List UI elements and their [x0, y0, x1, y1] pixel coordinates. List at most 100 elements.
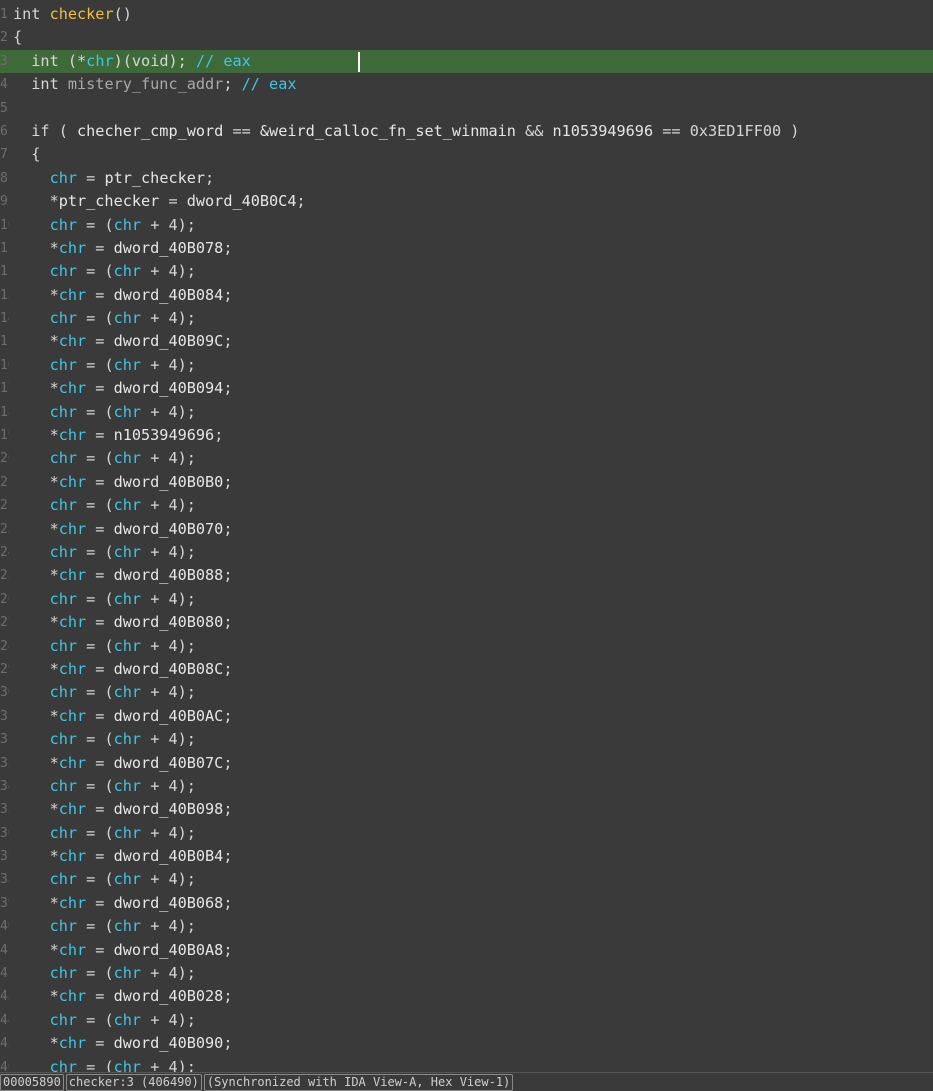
code-line[interactable]: 17 *chr = dword_40B094; [0, 377, 933, 400]
code-token: * [13, 847, 59, 866]
code-line[interactable]: 15 *chr = dword_40B09C; [0, 330, 933, 353]
code-token: ; [205, 168, 215, 187]
line-number: 18 [0, 404, 9, 420]
code-text: chr = (chr + 4); [13, 494, 196, 517]
code-line[interactable]: 44 chr = (chr + 4); [0, 1009, 933, 1032]
code-token: = [77, 449, 105, 468]
code-line[interactable]: 43 *chr = dword_40B028; [0, 985, 933, 1008]
code-line[interactable]: 1 int checker() [0, 3, 933, 26]
line-number: 11 [0, 240, 9, 256]
code-line[interactable]: 25 *chr = dword_40B088; [0, 564, 933, 587]
code-line[interactable]: 39 *chr = dword_40B068; [0, 892, 933, 915]
code-line[interactable]: 28 chr = (chr + 4); [0, 635, 933, 658]
code-line[interactable]: 20 chr = (chr + 4); [0, 447, 933, 470]
code-token: ); [177, 730, 196, 749]
code-line[interactable]: 24 chr = (chr + 4); [0, 541, 933, 564]
code-line[interactable]: 38 chr = (chr + 4); [0, 868, 933, 891]
code-line[interactable]: 21 *chr = dword_40B0B0; [0, 471, 933, 494]
line-number: 7 [0, 147, 8, 163]
code-token: chr [13, 355, 78, 374]
code-token: = [77, 168, 105, 187]
code-token: chr [58, 893, 87, 912]
code-token: )( [113, 51, 132, 70]
code-token: = [77, 730, 105, 749]
code-token: ); [177, 262, 196, 281]
code-line[interactable]: 42 chr = (chr + 4); [0, 962, 933, 985]
code-line[interactable]: 4 int mistery_func_addr; // eax [0, 73, 933, 96]
code-token: chr [13, 262, 78, 281]
line-number: 40 [0, 919, 9, 935]
code-token: 4 [168, 1010, 178, 1029]
code-line[interactable]: 12 chr = (chr + 4); [0, 260, 933, 283]
code-line[interactable]: 11 *chr = dword_40B078; [0, 237, 933, 260]
code-token: 4 [168, 542, 178, 561]
code-line[interactable]: 33 *chr = dword_40B07C; [0, 752, 933, 775]
code-token: = [86, 426, 114, 445]
line-number: 5 [0, 100, 8, 116]
code-token: dword_40B088 [113, 566, 224, 585]
code-line[interactable]: 2{ [0, 26, 933, 49]
code-line[interactable]: 45 *chr = dword_40B090; [0, 1032, 933, 1055]
code-token: chr [113, 776, 142, 795]
code-line[interactable]: 29 *chr = dword_40B08C; [0, 658, 933, 681]
code-token: chr [58, 566, 87, 585]
code-line[interactable]: 32 chr = (chr + 4); [0, 728, 933, 751]
code-token: ( [104, 402, 114, 421]
code-token: chr [58, 379, 87, 398]
code-line[interactable]: 31 *chr = dword_40B0AC; [0, 705, 933, 728]
code-token: 4 [168, 870, 178, 889]
code-line[interactable]: 14 chr = (chr + 4); [0, 307, 933, 330]
code-line[interactable]: 13 *chr = dword_40B084; [0, 284, 933, 307]
code-text: { [13, 26, 22, 49]
code-token: int [13, 75, 68, 94]
code-line[interactable]: 9 *ptr_checker = dword_40B0C4; [0, 190, 933, 213]
code-token: ( [104, 870, 114, 889]
code-token: = [86, 285, 114, 304]
code-line[interactable]: 8 chr = ptr_checker; [0, 167, 933, 190]
code-token: ; [223, 472, 233, 491]
code-line[interactable]: 16 chr = (chr + 4); [0, 354, 933, 377]
code-line[interactable]: 26 chr = (chr + 4); [0, 588, 933, 611]
code-line[interactable]: 7 { [0, 143, 933, 166]
code-line[interactable]: 27 *chr = dword_40B080; [0, 611, 933, 634]
code-line[interactable]: 35 *chr = dword_40B098; [0, 798, 933, 821]
line-number: 22 [0, 498, 9, 514]
code-text: { [13, 143, 40, 166]
code-text: chr = (chr + 4); [13, 260, 196, 283]
code-line[interactable]: 6 if ( checher_cmp_word == &weird_calloc… [0, 120, 933, 143]
code-token: chr [113, 355, 142, 374]
code-text: chr = (chr + 4); [13, 915, 196, 938]
code-line[interactable]: 5 [0, 97, 933, 120]
code-token: chr [13, 215, 78, 234]
code-line[interactable]: 19 *chr = n1053949696; [0, 424, 933, 447]
code-token: 4 [168, 215, 178, 234]
code-token: ); [177, 496, 196, 515]
code-line[interactable]: 22 chr = (chr + 4); [0, 494, 933, 517]
code-line[interactable]: 23 *chr = dword_40B070; [0, 518, 933, 541]
code-token: == [223, 121, 260, 140]
code-line[interactable]: 46 chr = (chr + 4); [0, 1056, 933, 1072]
pseudocode-view[interactable]: 1 int checker() 2{3 int (*chr)(void); // e… [0, 0, 933, 1072]
line-number: 31 [0, 708, 9, 724]
code-text: chr = (chr + 4); [13, 1056, 196, 1072]
code-token: chr [113, 402, 142, 421]
code-token: int [13, 51, 68, 70]
code-line[interactable]: 40 chr = (chr + 4); [0, 915, 933, 938]
line-number: 44 [0, 1012, 9, 1028]
code-line[interactable]: 36 chr = (chr + 4); [0, 822, 933, 845]
code-token: chr [13, 1010, 78, 1029]
code-line[interactable]: 41 *chr = dword_40B0A8; [0, 939, 933, 962]
code-token: = [86, 238, 114, 257]
code-line[interactable]: 37 *chr = dword_40B0B4; [0, 845, 933, 868]
code-line[interactable]: 30 chr = (chr + 4); [0, 681, 933, 704]
code-token: chr [113, 823, 142, 842]
code-line[interactable]: 10 chr = (chr + 4); [0, 214, 933, 237]
code-text: *ptr_checker = dword_40B0C4; [13, 190, 306, 213]
code-line[interactable]: 34 chr = (chr + 4); [0, 775, 933, 798]
code-line[interactable]: 3 int (*chr)(void); // eax [0, 49, 933, 74]
code-token: = [86, 753, 114, 772]
code-token: dword_40B0B0 [113, 472, 224, 491]
code-token: ); [177, 636, 196, 655]
code-token: = [77, 309, 105, 328]
code-line[interactable]: 18 chr = (chr + 4); [0, 401, 933, 424]
